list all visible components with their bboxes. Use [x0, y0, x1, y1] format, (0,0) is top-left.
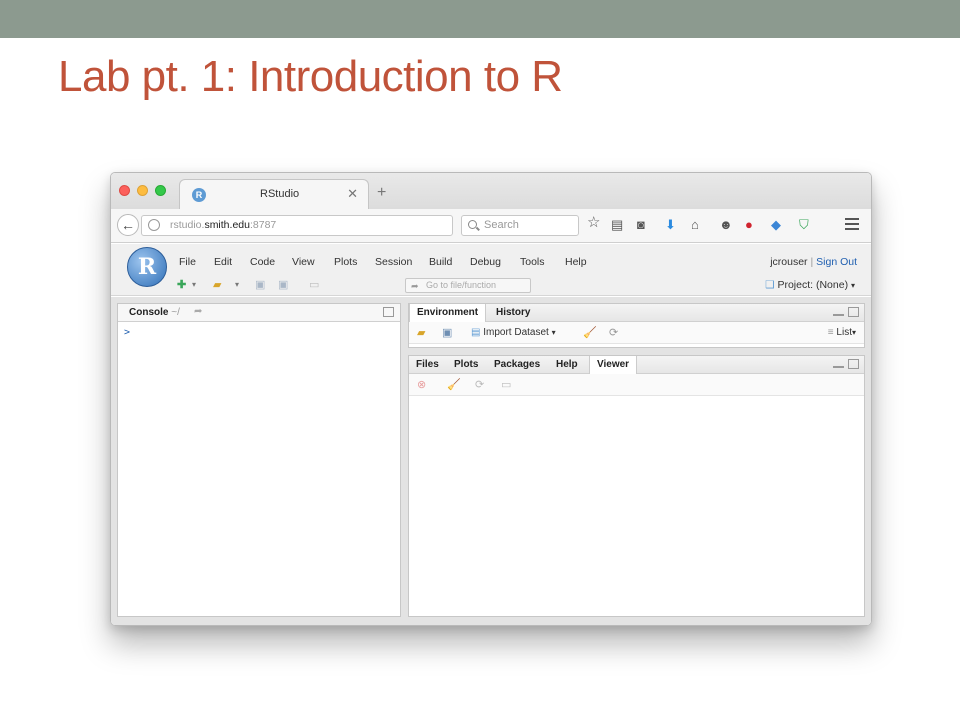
menu-plots[interactable]: Plots: [334, 256, 357, 268]
menu-help[interactable]: Help: [565, 256, 587, 268]
hamburger-menu-icon[interactable]: [845, 218, 859, 230]
tab-history[interactable]: History: [489, 304, 537, 322]
username: jcrouser: [770, 256, 808, 268]
rstudio-workspace: Console ~/ ➦ > Environment History ▰ ▣ ▤…: [111, 297, 871, 625]
emoji-icon[interactable]: ☻: [719, 217, 733, 233]
user-area: jcrouser | Sign Out: [770, 256, 857, 268]
back-button[interactable]: ←: [117, 214, 139, 236]
export-icon[interactable]: ▭: [501, 378, 511, 392]
download-icon[interactable]: ⬇: [665, 217, 676, 233]
console-header: Console ~/ ➦: [118, 304, 400, 322]
user-separator: |: [810, 256, 814, 268]
viewer-toolbar: ⊗ 🧹 ⟳ ▭: [409, 374, 864, 396]
pocket-icon[interactable]: ◙: [637, 217, 645, 233]
stop-icon[interactable]: ⊗: [417, 378, 426, 392]
tab-files[interactable]: Files: [409, 356, 446, 374]
new-tab-button[interactable]: +: [377, 185, 386, 201]
files-header: Files Plots Packages Help Viewer: [409, 356, 864, 374]
environment-pane: Environment History ▰ ▣ ▤ Import Dataset…: [408, 303, 865, 348]
menu-code[interactable]: Code: [250, 256, 275, 268]
minimize-pane-icon[interactable]: [833, 366, 844, 368]
project-icon: ❑: [765, 279, 775, 291]
tab-console[interactable]: Console ~/: [122, 304, 187, 322]
tab-viewer[interactable]: Viewer: [589, 356, 638, 374]
globe-icon: [148, 219, 160, 231]
close-window-button[interactable]: [119, 185, 130, 196]
tab-title: RStudio: [260, 188, 300, 200]
slide-top-bar: [0, 0, 960, 38]
maximize-pane-icon[interactable]: [848, 307, 859, 317]
console-prompt[interactable]: >: [124, 327, 130, 338]
browser-window: R RStudio ✕ + ← rstudio.smith.edu:8787 ↻…: [110, 172, 872, 626]
search-input[interactable]: Search: [461, 215, 579, 236]
open-folder-icon[interactable]: ▰: [213, 278, 221, 292]
import-dataset-button[interactable]: ▤ Import Dataset ▾: [471, 326, 556, 340]
menu-tools[interactable]: Tools: [520, 256, 545, 268]
files-pane: Files Plots Packages Help Viewer ⊗ 🧹 ⟳ ▭: [408, 355, 865, 617]
url-bar[interactable]: rstudio.smith.edu:8787 ↻: [141, 215, 471, 236]
go-to-file-input[interactable]: Go to file/function: [405, 278, 531, 293]
environment-header: Environment History: [409, 304, 864, 322]
console-goto-icon[interactable]: ➦: [194, 305, 202, 319]
refresh-viewer-icon[interactable]: ⟳: [475, 378, 484, 392]
menu-view[interactable]: View: [292, 256, 315, 268]
tab-environment[interactable]: Environment: [409, 304, 487, 322]
project-menu[interactable]: ❑ Project: (None) ▾: [765, 279, 855, 291]
clear-broom-icon[interactable]: 🧹: [583, 326, 597, 340]
save-icon[interactable]: ▣: [255, 278, 265, 292]
go-to-arrow-icon: ➦: [411, 281, 419, 291]
search-icon: [468, 220, 477, 229]
menu-edit[interactable]: Edit: [214, 256, 232, 268]
maximize-pane-icon[interactable]: [848, 359, 859, 369]
r-logo-icon: R: [127, 247, 167, 287]
navigation-bar: ← rstudio.smith.edu:8787 ↻ Search ☆ ▤ ◙ …: [111, 209, 871, 243]
rstudio-header: R File Edit Code View Plots Session Buil…: [111, 244, 871, 296]
reading-list-icon[interactable]: ▤: [611, 217, 623, 233]
slide-title: Lab pt. 1: Introduction to R: [58, 52, 563, 101]
menu-debug[interactable]: Debug: [470, 256, 501, 268]
minimize-window-button[interactable]: [137, 185, 148, 196]
new-file-dropdown-icon[interactable]: ▾: [192, 278, 196, 292]
list-view-dropdown[interactable]: ≡ List▾: [828, 326, 856, 340]
shield-icon[interactable]: ⛉: [799, 217, 809, 233]
rstudio-toolbar: ✚ ▾ ▰ ▾ ▣ ▣ ▭ Go to file/function ➦ ❑ Pr…: [175, 277, 871, 295]
rstudio-favicon-icon: R: [192, 188, 206, 202]
tab-plots[interactable]: Plots: [447, 356, 485, 374]
new-file-icon[interactable]: ✚: [177, 278, 186, 292]
print-icon[interactable]: ▭: [309, 278, 319, 292]
open-recent-dropdown-icon[interactable]: ▾: [235, 278, 239, 292]
bookmark-star-icon[interactable]: ☆: [587, 215, 600, 231]
search-placeholder: Search: [484, 219, 519, 231]
environment-toolbar: ▰ ▣ ▤ Import Dataset ▾ 🧹 ⟳ ≡ List▾: [409, 322, 864, 344]
extension-icon[interactable]: ◆: [771, 217, 781, 233]
pinterest-icon[interactable]: ●: [745, 217, 753, 233]
home-icon[interactable]: ⌂: [691, 217, 699, 233]
console-pane: Console ~/ ➦ >: [117, 303, 401, 617]
tab-packages[interactable]: Packages: [487, 356, 547, 374]
menu-build[interactable]: Build: [429, 256, 452, 268]
refresh-icon[interactable]: ⟳: [609, 326, 618, 340]
url-text: rstudio.smith.edu:8787: [170, 219, 277, 231]
save-all-icon[interactable]: ▣: [278, 278, 288, 292]
tab-strip: R RStudio ✕ +: [111, 173, 871, 209]
menu-session[interactable]: Session: [375, 256, 412, 268]
tab-help[interactable]: Help: [549, 356, 585, 374]
restore-pane-icon[interactable]: [383, 307, 394, 317]
zoom-window-button[interactable]: [155, 185, 166, 196]
minimize-pane-icon[interactable]: [833, 314, 844, 316]
clear-viewer-broom-icon[interactable]: 🧹: [447, 378, 461, 392]
load-workspace-icon[interactable]: ▰: [417, 326, 425, 340]
sign-out-link[interactable]: Sign Out: [816, 256, 857, 268]
save-workspace-icon[interactable]: ▣: [442, 326, 452, 340]
tab-close-icon[interactable]: ✕: [347, 186, 358, 202]
menu-file[interactable]: File: [179, 256, 196, 268]
browser-tab-rstudio[interactable]: R RStudio ✕: [179, 179, 369, 209]
